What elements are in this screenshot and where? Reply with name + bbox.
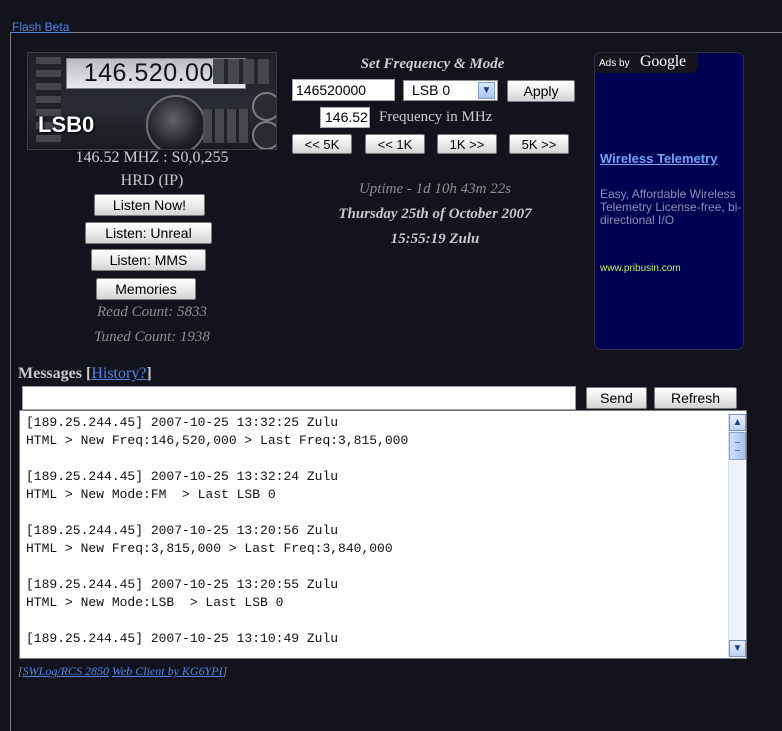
radio-image: 146.520.000 LSB0	[27, 52, 277, 150]
mode-select[interactable]: LSB 0 ▼	[403, 80, 498, 101]
google-ad[interactable]: Ads by Google Wireless Telemetry Easy, A…	[594, 52, 744, 350]
read-count: Read Count: 5833	[97, 304, 207, 320]
listen-now-button[interactable]: Listen Now!	[94, 194, 205, 216]
ads-by-label: Ads by	[599, 58, 630, 69]
chevron-down-icon[interactable]: ▼	[478, 82, 495, 99]
ad-title-link[interactable]: Wireless Telemetry	[600, 151, 730, 167]
step-back-1k-button[interactable]: << 1K	[365, 134, 425, 154]
left-border	[10, 32, 11, 731]
ad-label-tab: Ads by Google	[595, 53, 698, 73]
step-forward-1k-button[interactable]: 1K >>	[437, 134, 497, 154]
message-log[interactable]: [189.25.244.45] 2007-10-25 13:32:25 Zulu…	[19, 410, 747, 659]
small-knob-icon	[252, 121, 276, 149]
messages-heading: Messages [History?]	[18, 365, 152, 383]
radio-function-keys	[213, 59, 273, 84]
refresh-button[interactable]: Refresh	[654, 387, 737, 409]
message-log-text: [189.25.244.45] 2007-10-25 13:32:25 Zulu…	[26, 415, 409, 646]
mode-select-value: LSB 0	[412, 82, 451, 98]
swlog-link[interactable]: SWLog/RCS 2850	[23, 664, 109, 678]
history-link[interactable]: History?	[91, 365, 146, 382]
google-logo: Google	[640, 53, 686, 70]
frequency-status: 146.52 MHZ : S0,0,255	[75, 149, 229, 166]
step-back-5k-button[interactable]: << 5K	[292, 134, 352, 154]
radio-keypad	[203, 109, 250, 143]
apply-button[interactable]: Apply	[507, 80, 575, 102]
main-tuning-knob	[146, 95, 206, 149]
source-label: HRD (IP)	[120, 172, 184, 189]
ad-url[interactable]: www.pribusin.com	[600, 263, 681, 274]
messages-label: Messages	[18, 365, 82, 382]
listen-unreal-button[interactable]: Listen: Unreal	[85, 222, 212, 244]
scroll-up-icon[interactable]: ▲	[729, 414, 746, 431]
scroll-down-icon[interactable]: ▼	[729, 640, 746, 657]
footer-bracket-close: ]	[222, 664, 228, 678]
tuned-count: Tuned Count: 1938	[94, 329, 210, 345]
time: 15:55:19 Zulu	[390, 231, 480, 247]
flash-beta-link[interactable]: Flash Beta	[12, 20, 69, 34]
message-input[interactable]	[22, 386, 576, 410]
listen-mms-button[interactable]: Listen: MMS	[91, 249, 206, 271]
web-client-link[interactable]: Web Client by KG6YPI	[112, 664, 223, 678]
mhz-input[interactable]: 146.52	[320, 107, 370, 128]
memories-button[interactable]: Memories	[96, 278, 196, 300]
set-frequency-title: Set Frequency & Mode	[360, 56, 505, 72]
log-scrollbar[interactable]: ▲ ▼	[728, 414, 746, 657]
mode-overlay: LSB0	[38, 112, 95, 137]
frequency-input[interactable]: 146520000	[292, 79, 395, 101]
step-forward-5k-button[interactable]: 5K >>	[509, 134, 569, 154]
date: Thursday 25th of October 2007	[338, 206, 532, 222]
scroll-thumb[interactable]	[729, 432, 746, 460]
mhz-label: Frequency in MHz	[379, 109, 493, 125]
send-button[interactable]: Send	[586, 387, 647, 409]
footer: [SWLog/RCS 2850 Web Client by KG6YPI]	[18, 664, 227, 679]
history-bracket-close: ]	[146, 365, 152, 382]
top-bar	[10, 0, 782, 33]
ad-description: Easy, Affordable Wireless Telemetry Lice…	[600, 187, 742, 227]
uptime: Uptime - 1d 10h 43m 22s	[358, 181, 512, 197]
small-knob-icon	[252, 92, 276, 121]
